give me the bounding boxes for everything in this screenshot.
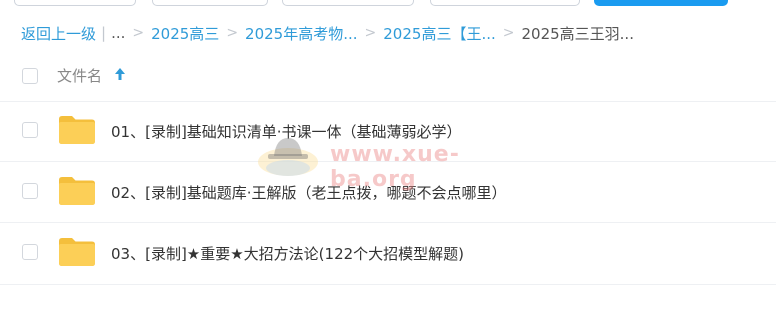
- toolbar-button-2[interactable]: [152, 0, 268, 6]
- breadcrumb-divider: |: [101, 24, 107, 42]
- breadcrumb-item[interactable]: 2025高三: [151, 23, 219, 44]
- watermark-text: www.xue-ba.org: [330, 142, 460, 192]
- folder-icon: [59, 177, 95, 205]
- row-checkbox[interactable]: [22, 183, 38, 199]
- breadcrumb-current: 2025高三王羽...: [521, 24, 634, 43]
- breadcrumb: 返回上一级 | ... > 2025高三 > 2025年高考物... > 202…: [21, 22, 634, 44]
- toolbar-button-1[interactable]: [14, 0, 136, 6]
- breadcrumb-ellipsis[interactable]: ...: [111, 24, 125, 42]
- toolbar-button-3[interactable]: [282, 0, 414, 6]
- select-all-checkbox[interactable]: [22, 68, 38, 84]
- folder-icon: [59, 116, 95, 144]
- top-toolbar: [0, 0, 776, 8]
- row-divider: [0, 284, 776, 285]
- breadcrumb-separator-icon: >: [364, 25, 377, 41]
- watermark: www.xue-ba.org: [254, 132, 524, 192]
- breadcrumb-item[interactable]: 2025高三【王...: [383, 23, 495, 44]
- breadcrumb-item[interactable]: 2025年高考物...: [245, 23, 357, 44]
- breadcrumb-separator-icon: >: [502, 25, 515, 41]
- toolbar-primary-button[interactable]: [594, 0, 728, 6]
- filename-column-header[interactable]: 文件名: [57, 65, 102, 86]
- file-list-header: 文件名: [0, 62, 776, 92]
- breadcrumb-separator-icon: >: [226, 25, 239, 41]
- file-row[interactable]: 03、[录制]★重要★大招方法论(122个大招模型解题): [0, 223, 776, 283]
- watermark-logo-icon: [258, 138, 318, 176]
- back-link[interactable]: 返回上一级: [21, 23, 96, 44]
- folder-icon: [59, 238, 95, 266]
- file-name[interactable]: 03、[录制]★重要★大招方法论(122个大招模型解题): [111, 243, 464, 264]
- sort-ascending-icon[interactable]: [113, 65, 127, 83]
- breadcrumb-separator-icon: >: [132, 25, 145, 41]
- row-checkbox[interactable]: [22, 122, 38, 138]
- toolbar-button-4[interactable]: [430, 0, 580, 6]
- row-checkbox[interactable]: [22, 244, 38, 260]
